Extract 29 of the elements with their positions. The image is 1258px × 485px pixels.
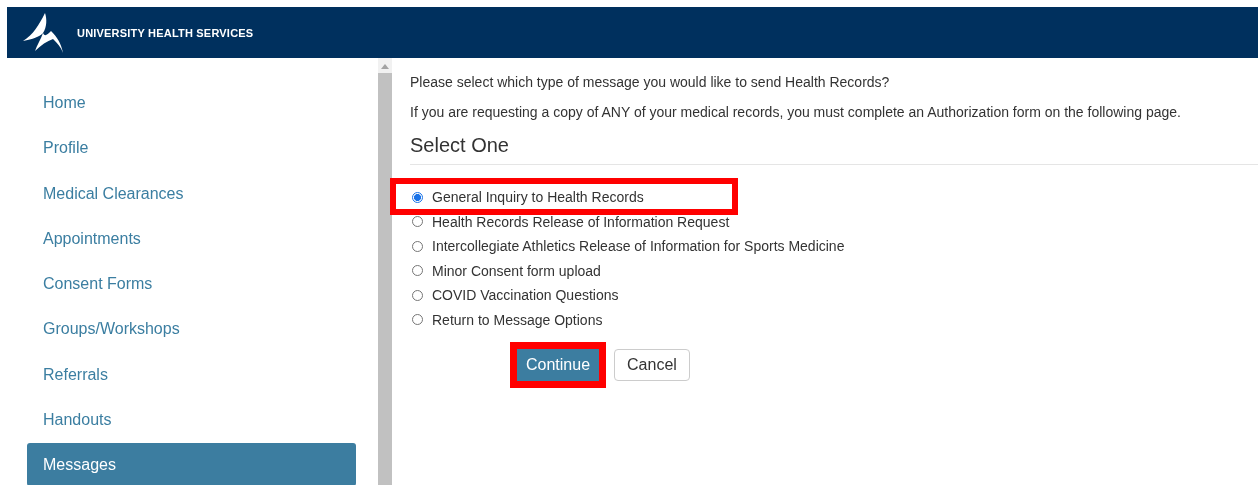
sidebar-item[interactable]: Appointments: [27, 215, 356, 262]
sidebar-item[interactable]: Home: [27, 80, 356, 126]
radio-button[interactable]: [412, 216, 423, 228]
sidebar-item[interactable]: Medical Clearances: [27, 170, 356, 216]
sidebar-item[interactable]: Handouts: [27, 397, 356, 443]
radio-button[interactable]: [412, 191, 423, 203]
form-button[interactable]: Continue: [517, 349, 600, 381]
option-label[interactable]: General Inquiry to Health Records: [432, 189, 644, 206]
scroll-up-icon[interactable]: [381, 64, 389, 69]
option-label[interactable]: COVID Vaccination Questions: [432, 287, 619, 304]
radio-button[interactable]: [412, 314, 423, 326]
section-heading: Select One: [410, 132, 1258, 165]
radio-button[interactable]: [412, 240, 423, 252]
notice-text: If you are requesting a copy of ANY of your medical records, you must complete an Authorization form on the following page.: [410, 103, 1182, 122]
radio-button[interactable]: [412, 289, 423, 301]
scrollbar[interactable]: [378, 58, 392, 485]
site-title: UNIVERSITY HEALTH SERVICES: [77, 26, 254, 39]
sidebar-item[interactable]: Referrals: [27, 351, 356, 398]
option-label[interactable]: Return to Message Options: [432, 311, 603, 328]
option-label[interactable]: Intercollegiate Athletics Release of Information for Sports Medicine: [432, 238, 845, 255]
radio-button[interactable]: [412, 265, 423, 277]
sidebar-item[interactable]: Groups/Workshops: [27, 306, 356, 352]
sidebar-item[interactable]: Consent Forms: [27, 261, 356, 307]
sidebar-item[interactable]: Messages: [27, 443, 356, 485]
intro-text: Please select which type of message you would like to send Health Records?: [410, 73, 891, 92]
form-button[interactable]: Cancel: [614, 349, 690, 381]
sidebar-item[interactable]: Profile: [27, 125, 356, 171]
option-label[interactable]: Minor Consent form upload: [432, 262, 601, 279]
option-label[interactable]: Health Records Release of Information Request: [432, 213, 730, 230]
